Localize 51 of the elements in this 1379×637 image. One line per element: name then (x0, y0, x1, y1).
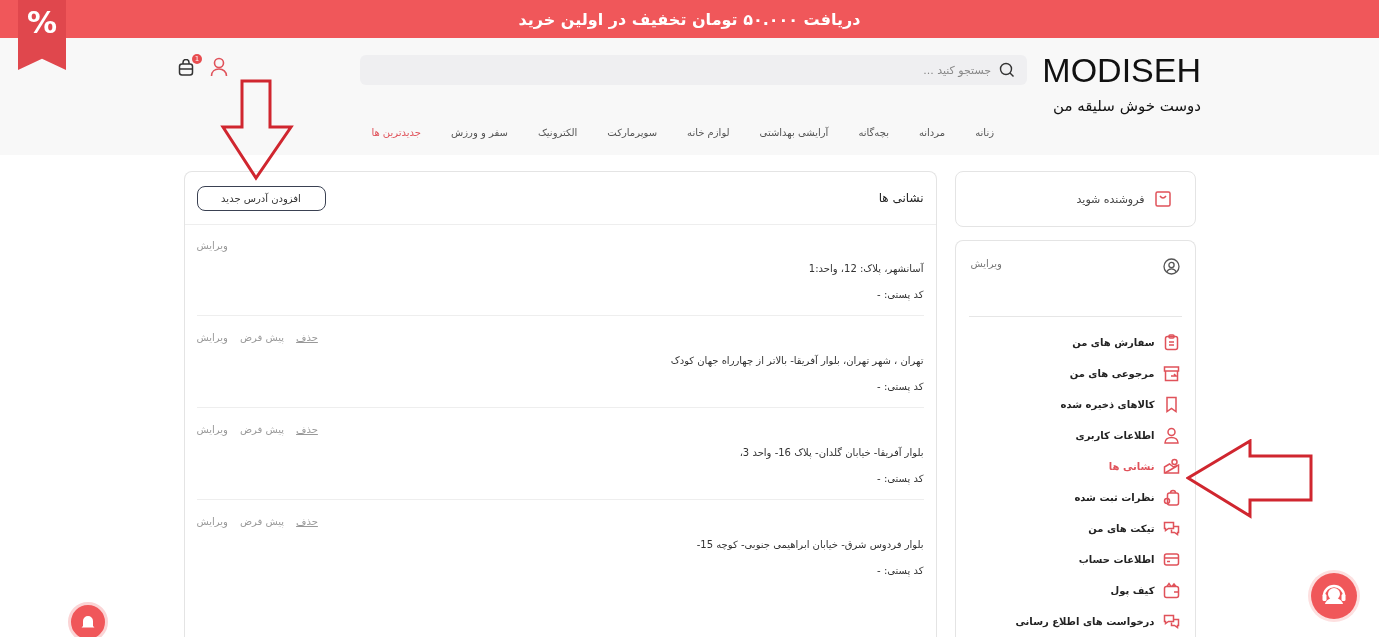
address-text: بلوار آفریقا- خیابان گلدان- پلاک 16- واحد 3، (738, 445, 924, 461)
shop-bag-icon (1154, 191, 1171, 207)
nav-link[interactable]: مردانه (918, 127, 946, 138)
support-button[interactable] (1311, 573, 1357, 619)
address-text: بلوار فردوس شرق- خیابان ابراهیمی جنوبی- کوچه 15- (695, 538, 924, 553)
nav-link[interactable]: آرایشی بهداشتی (759, 127, 829, 138)
user-icon[interactable] (210, 57, 228, 77)
sidebar-item[interactable]: نظرات ثبت شده (968, 482, 1182, 513)
sidebar-item[interactable]: مرجوعی های من (968, 358, 1182, 389)
sidebar-item[interactable]: درخواست های اطلاع رسانی (968, 606, 1182, 637)
postal-code-text: کد پستی: - (876, 380, 924, 395)
nav-link[interactable]: الکترونیک (537, 127, 578, 138)
sidebar-item[interactable]: اطلاعات حساب (968, 544, 1182, 575)
search-field[interactable]: جستجو کنید ... (360, 55, 1027, 85)
notification-button[interactable] (68, 602, 108, 637)
postal-code-text: کد پستی: - (876, 564, 924, 579)
card-icon (1162, 551, 1180, 568)
sidebar-item[interactable]: کالاهای ذخیره شده (968, 389, 1182, 420)
nav-link[interactable]: سوپرمارکت (607, 127, 658, 138)
nav-link[interactable]: بچه‌گانه (858, 127, 889, 138)
card-title: نشانی ها (878, 191, 924, 205)
edit-profile-link[interactable]: ویرایش (970, 258, 1002, 269)
nav-link[interactable]: زنانه (975, 127, 994, 138)
chat-bubbles-icon (1162, 613, 1180, 630)
sidebar-item[interactable]: سفارش های من (968, 327, 1182, 358)
logo[interactable]: MODISEH (1042, 53, 1201, 87)
chat-bubbles-icon (1162, 520, 1180, 537)
postal-code-text: کد پستی: - (876, 288, 924, 303)
percent-label: % (26, 6, 58, 42)
promo-text: دریافت ۵۰.۰۰۰ تومان تخفیف در اولین خرید (518, 9, 861, 29)
postal-code-text: کد پستی: - (876, 472, 924, 487)
bag-icon[interactable] (178, 58, 194, 76)
profile-icon (1162, 258, 1180, 275)
become-seller-link[interactable]: فروشنده شوید (1076, 192, 1145, 206)
sidebar-item[interactable]: کیف پول (968, 575, 1182, 606)
bell-icon (80, 614, 96, 630)
add-address-button[interactable]: افزودن آدرس جدید (196, 185, 326, 211)
address-text: آسانشهر، پلاک: 12، واحد:1 (807, 261, 924, 277)
nav-link[interactable]: لوازم خانه (687, 127, 730, 138)
user-icon (1162, 427, 1180, 444)
discount-ribbon[interactable]: % (18, 0, 66, 70)
tagline: دوست خوش سلیقه من (1053, 97, 1201, 115)
sidebar-item[interactable]: تیکت های من (968, 513, 1182, 544)
clipboard-icon (1162, 334, 1180, 351)
address-text: تهران ، شهر تهران، بلوار آفریقا- بالاتر از چهارراه جهان کودک (669, 354, 924, 369)
wallet-icon (1162, 582, 1180, 599)
nav-link[interactable]: سفر و ورزش (451, 127, 508, 138)
sidebar-item[interactable]: نشانی ها (968, 451, 1182, 482)
nav-link[interactable]: جدیدترین ها (371, 127, 422, 138)
sidebar-item[interactable]: اطلاعات کاربری (968, 420, 1182, 451)
return-box-icon (1162, 365, 1180, 382)
